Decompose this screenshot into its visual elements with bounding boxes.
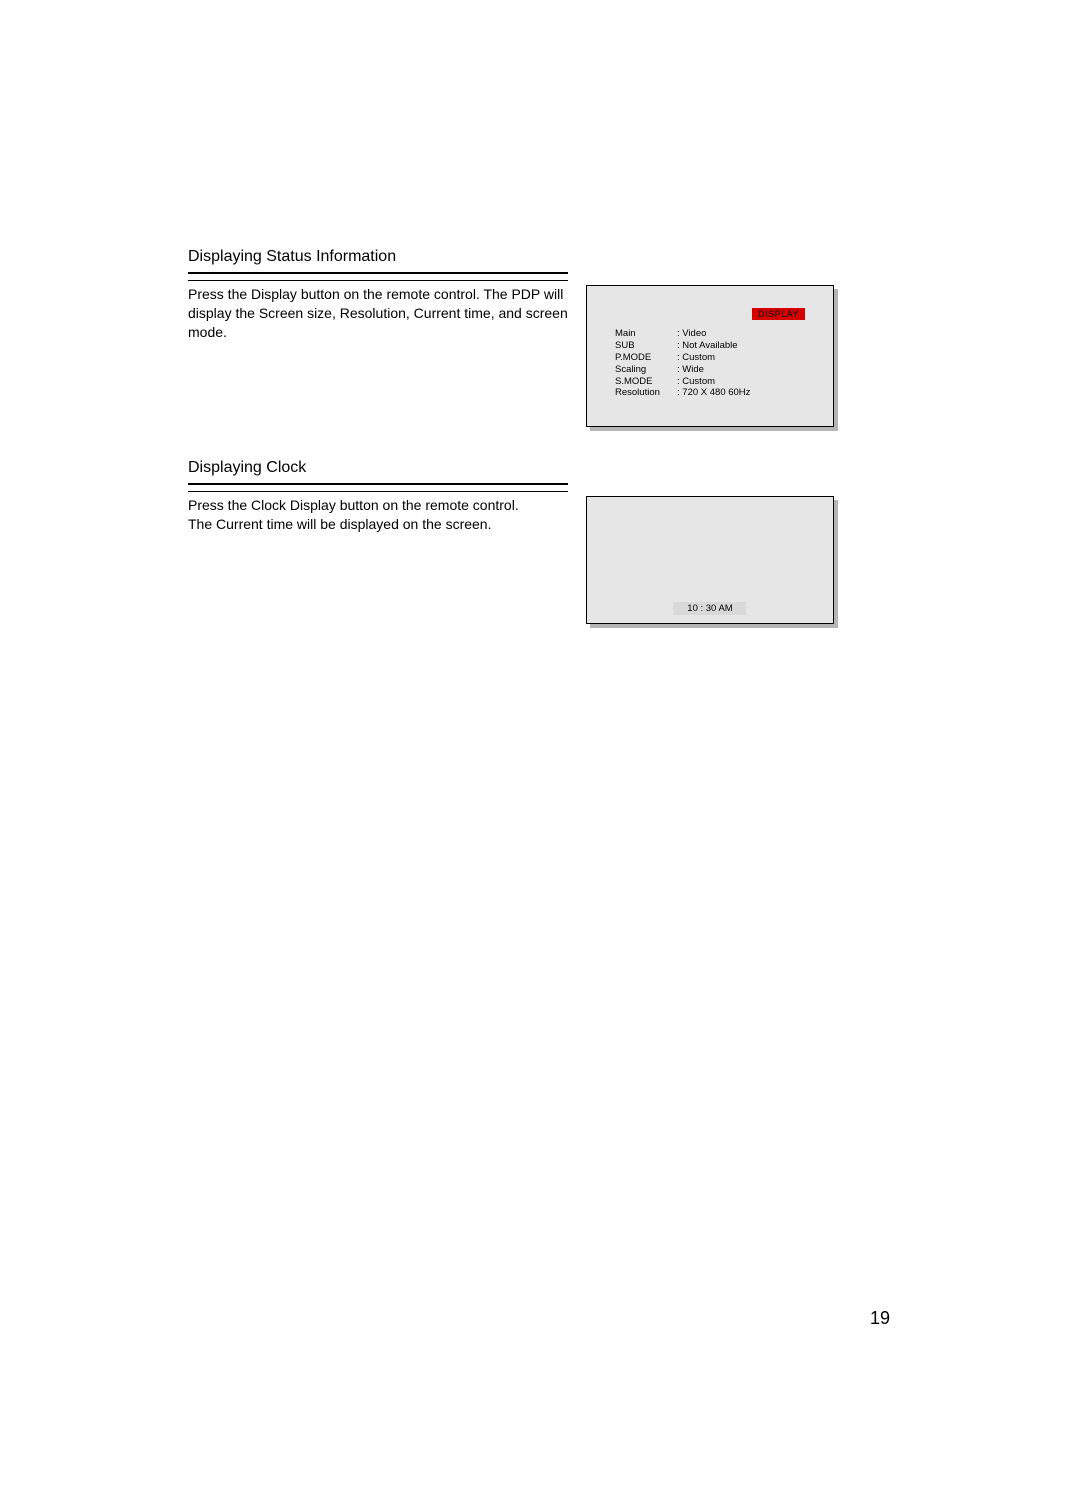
body-text-clock: Press the Clock Display button on the re… — [188, 496, 568, 534]
osd-label: Scaling — [615, 364, 677, 376]
osd-display-panel: DISPLAY Main Video SUB Not Available P.M… — [586, 285, 834, 427]
osd-label: Resolution — [615, 387, 677, 399]
osd-row: Scaling Wide — [615, 364, 805, 376]
section-heading-clock: Displaying Clock — [188, 459, 888, 477]
body-text-status: Press the Display button on the remote c… — [188, 285, 568, 342]
divider-thick — [188, 483, 568, 485]
osd-row: S.MODE Custom — [615, 376, 805, 388]
osd-label: Main — [615, 328, 677, 340]
divider-thin — [188, 280, 568, 281]
osd-label: SUB — [615, 340, 677, 352]
osd-value: Custom — [677, 352, 715, 364]
osd-row: Main Video — [615, 328, 805, 340]
osd-value: 720 X 480 60Hz — [677, 387, 750, 399]
osd-value: Wide — [677, 364, 704, 376]
osd-clock-panel: 10 : 30 AM — [586, 496, 834, 624]
osd-value: Custom — [677, 376, 715, 388]
osd-value: Not Available — [677, 340, 738, 352]
page-number: 19 — [870, 1308, 890, 1329]
section-heading-status: Displaying Status Information — [188, 248, 888, 266]
osd-title-badge: DISPLAY — [752, 308, 805, 320]
osd-row: P.MODE Custom — [615, 352, 805, 364]
divider-thick — [188, 272, 568, 274]
osd-row: Resolution 720 X 480 60Hz — [615, 387, 805, 399]
clock-time-chip: 10 : 30 AM — [673, 602, 746, 615]
osd-value: Video — [677, 328, 706, 340]
osd-label: P.MODE — [615, 352, 677, 364]
divider-thin — [188, 491, 568, 492]
osd-label: S.MODE — [615, 376, 677, 388]
osd-row: SUB Not Available — [615, 340, 805, 352]
osd-table: Main Video SUB Not Available P.MODE Cust… — [615, 328, 805, 399]
